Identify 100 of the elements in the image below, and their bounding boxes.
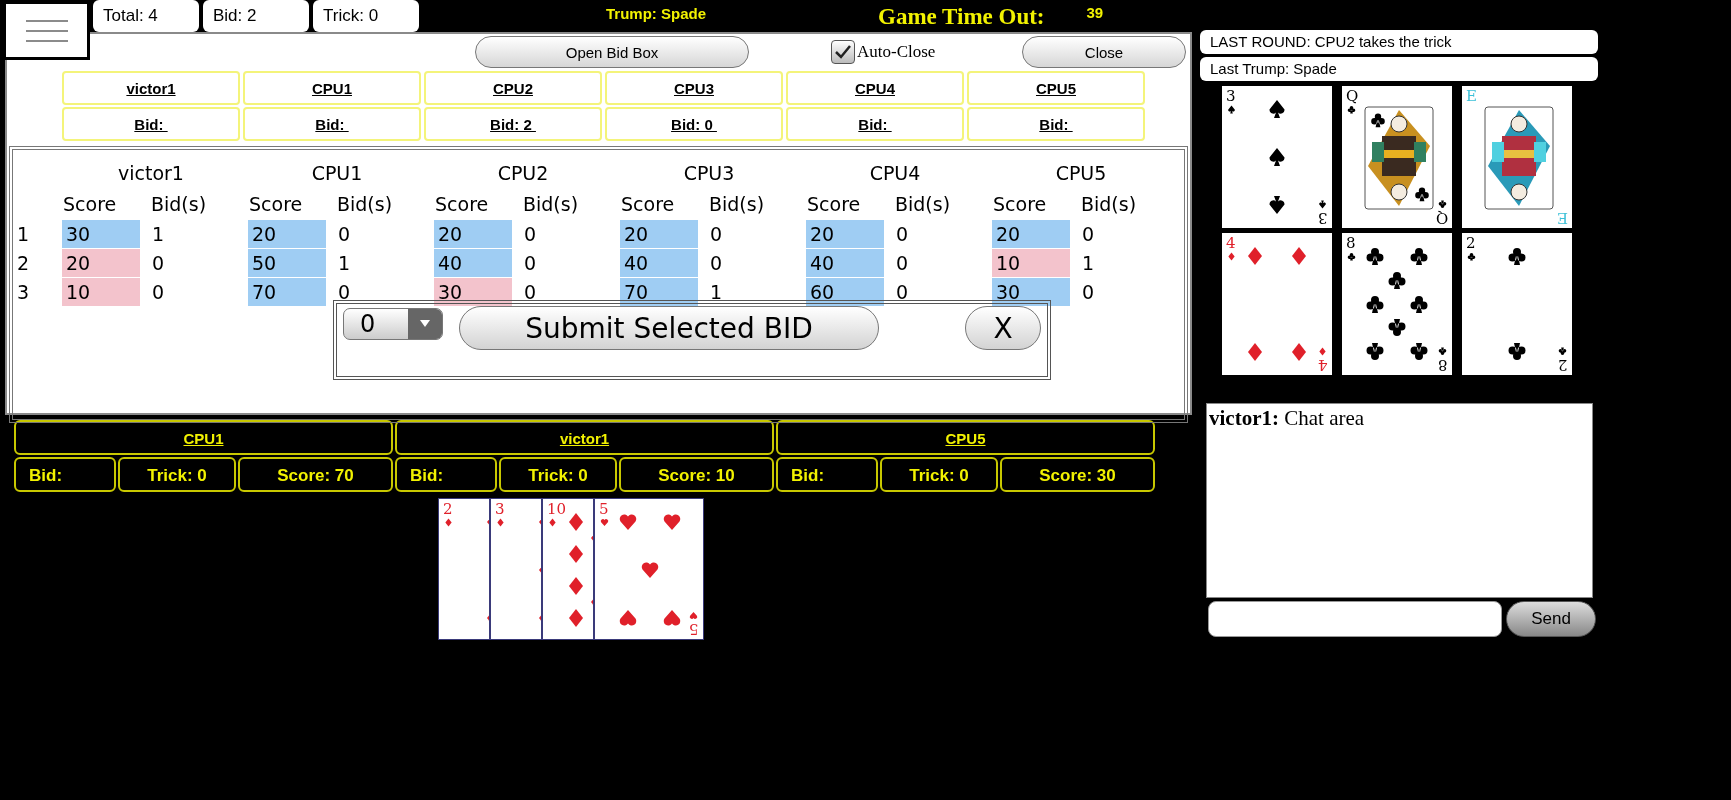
score-cell: 30 <box>434 278 512 306</box>
score-cell: 30 <box>992 278 1070 306</box>
seat-score: Score: 10 <box>619 457 774 492</box>
score-cell: 20 <box>992 220 1070 248</box>
diamond-suit-icon <box>496 518 505 527</box>
seat-name-link[interactable]: victor1 <box>395 420 774 455</box>
card-rank: 2 <box>1466 235 1476 251</box>
seat-bid: Bid: <box>395 457 497 492</box>
bid-cell-text: 1 <box>337 251 352 276</box>
bid-cell-text: 0 <box>1081 280 1096 305</box>
diamond-suit-icon <box>548 518 557 527</box>
bid-cell-text: 0 <box>895 222 910 247</box>
player-name: CPU3 <box>682 161 736 186</box>
player-name: CPU4 <box>868 161 922 186</box>
card-rank: 4 <box>1226 235 1236 251</box>
trump-label: Trump: Spade <box>606 4 707 22</box>
chat-input-field[interactable] <box>1208 601 1502 637</box>
submit-bid-button[interactable]: Submit Selected BID <box>459 306 879 350</box>
club-suit-icon <box>1558 347 1567 356</box>
auto-close-checkbox[interactable]: Auto-Close <box>831 40 936 64</box>
bid-cell-text: 0 <box>151 251 166 276</box>
bid-cell-text: 1 <box>709 280 724 305</box>
bid-cell-text: 1 <box>151 222 166 247</box>
card-rank: 3 <box>1226 88 1236 104</box>
dropdown-arrow-icon <box>408 309 442 339</box>
player-name: CPU5 <box>1054 161 1108 186</box>
column-header: Score <box>992 192 1048 217</box>
playing-card[interactable]: 10 <box>542 498 594 640</box>
spade-suit-icon <box>1227 105 1236 114</box>
player-name: CPU1 <box>310 161 364 186</box>
seat-bid: Bid: <box>776 457 878 492</box>
club-suit-icon <box>1347 252 1356 261</box>
column-header: Score <box>248 192 304 217</box>
chat-message: victor1: Chat area <box>1209 406 1366 431</box>
bid-cell-text: 0 <box>337 222 352 247</box>
seat-name-link[interactable]: CPU1 <box>14 420 393 455</box>
bid-cell-text: 0 <box>709 222 724 247</box>
score-cell: 20 <box>620 220 698 248</box>
seat-score: Score: 70 <box>238 457 393 492</box>
player-name-link[interactable]: victor1 <box>62 71 240 105</box>
player-bid-link[interactable]: Bid: 2 <box>424 107 602 141</box>
playing-card[interactable]: 2 <box>438 498 490 640</box>
player-name: CPU2 <box>496 161 550 186</box>
card-rank: 8 <box>1346 235 1356 251</box>
seat-score: Score: 30 <box>1000 457 1155 492</box>
send-button[interactable]: Send <box>1506 601 1596 637</box>
column-header: Score <box>62 192 118 217</box>
score-cell: 20 <box>248 220 326 248</box>
card-rank: 10 <box>547 501 567 517</box>
card-rank: Q <box>1435 210 1448 226</box>
player-bid-link[interactable]: Bid: <box>967 107 1145 141</box>
seat-trick: Trick: 0 <box>499 457 617 492</box>
player-bid-link[interactable]: Bid: 0 <box>605 107 783 141</box>
player-name-link[interactable]: CPU5 <box>967 71 1145 105</box>
seat-name-link[interactable]: CPU5 <box>776 420 1155 455</box>
score-cell: 10 <box>992 249 1070 277</box>
player-bid-link[interactable]: Bid: <box>243 107 421 141</box>
card-rank: 2 <box>443 501 453 517</box>
bid-cell-text: 0 <box>895 251 910 276</box>
player-name-link[interactable]: CPU2 <box>424 71 602 105</box>
card-rank: 5 <box>689 621 699 637</box>
score-cell: 50 <box>248 249 326 277</box>
column-header: Bid(s) <box>1080 192 1138 217</box>
card-rank: E <box>1557 210 1568 226</box>
player-name: victor1 <box>117 161 185 186</box>
playing-card[interactable]: 3 <box>490 498 542 640</box>
playing-card[interactable]: 5 5 <box>594 498 704 640</box>
bid-dropdown[interactable]: 0 <box>343 308 443 340</box>
close-button[interactable]: Close <box>1022 36 1186 68</box>
stat-label: Total: 4 <box>93 0 199 32</box>
bid-cell-text: 0 <box>523 251 538 276</box>
seat-bid: Bid: <box>14 457 116 492</box>
club-suit-icon <box>1467 252 1476 261</box>
score-cell: 40 <box>434 249 512 277</box>
cancel-button[interactable]: X <box>965 306 1041 350</box>
player-name-link[interactable]: CPU4 <box>786 71 964 105</box>
score-cell: 60 <box>806 278 884 306</box>
open-bid-box-button[interactable]: Open Bid Box <box>475 36 749 68</box>
timer-value: 39 <box>1086 3 1104 21</box>
score-cell: 70 <box>620 278 698 306</box>
player-name-link[interactable]: CPU1 <box>243 71 421 105</box>
diamond-suit-icon <box>1227 252 1236 261</box>
bid-cell-text: 0 <box>523 280 538 305</box>
player-bid-link[interactable]: Bid: <box>786 107 964 141</box>
card-rank: 2 <box>1558 357 1568 373</box>
score-cell: 20 <box>806 220 884 248</box>
row-number: 1 <box>16 222 31 247</box>
column-header: Bid(s) <box>150 192 208 217</box>
score-cell: 10 <box>62 278 140 306</box>
menu-icon <box>25 18 68 43</box>
timer-label: Game Time Out: <box>878 3 1045 30</box>
club-suit-icon <box>1438 347 1447 356</box>
score-cell: 30 <box>62 220 140 248</box>
bid-cell-text: 0 <box>151 280 166 305</box>
menu-button[interactable] <box>4 2 90 60</box>
column-header: Score <box>620 192 676 217</box>
player-bid-link[interactable]: Bid: <box>62 107 240 141</box>
club-suit-icon <box>1438 200 1447 209</box>
card-rank: 3 <box>495 501 505 517</box>
player-name-link[interactable]: CPU3 <box>605 71 783 105</box>
